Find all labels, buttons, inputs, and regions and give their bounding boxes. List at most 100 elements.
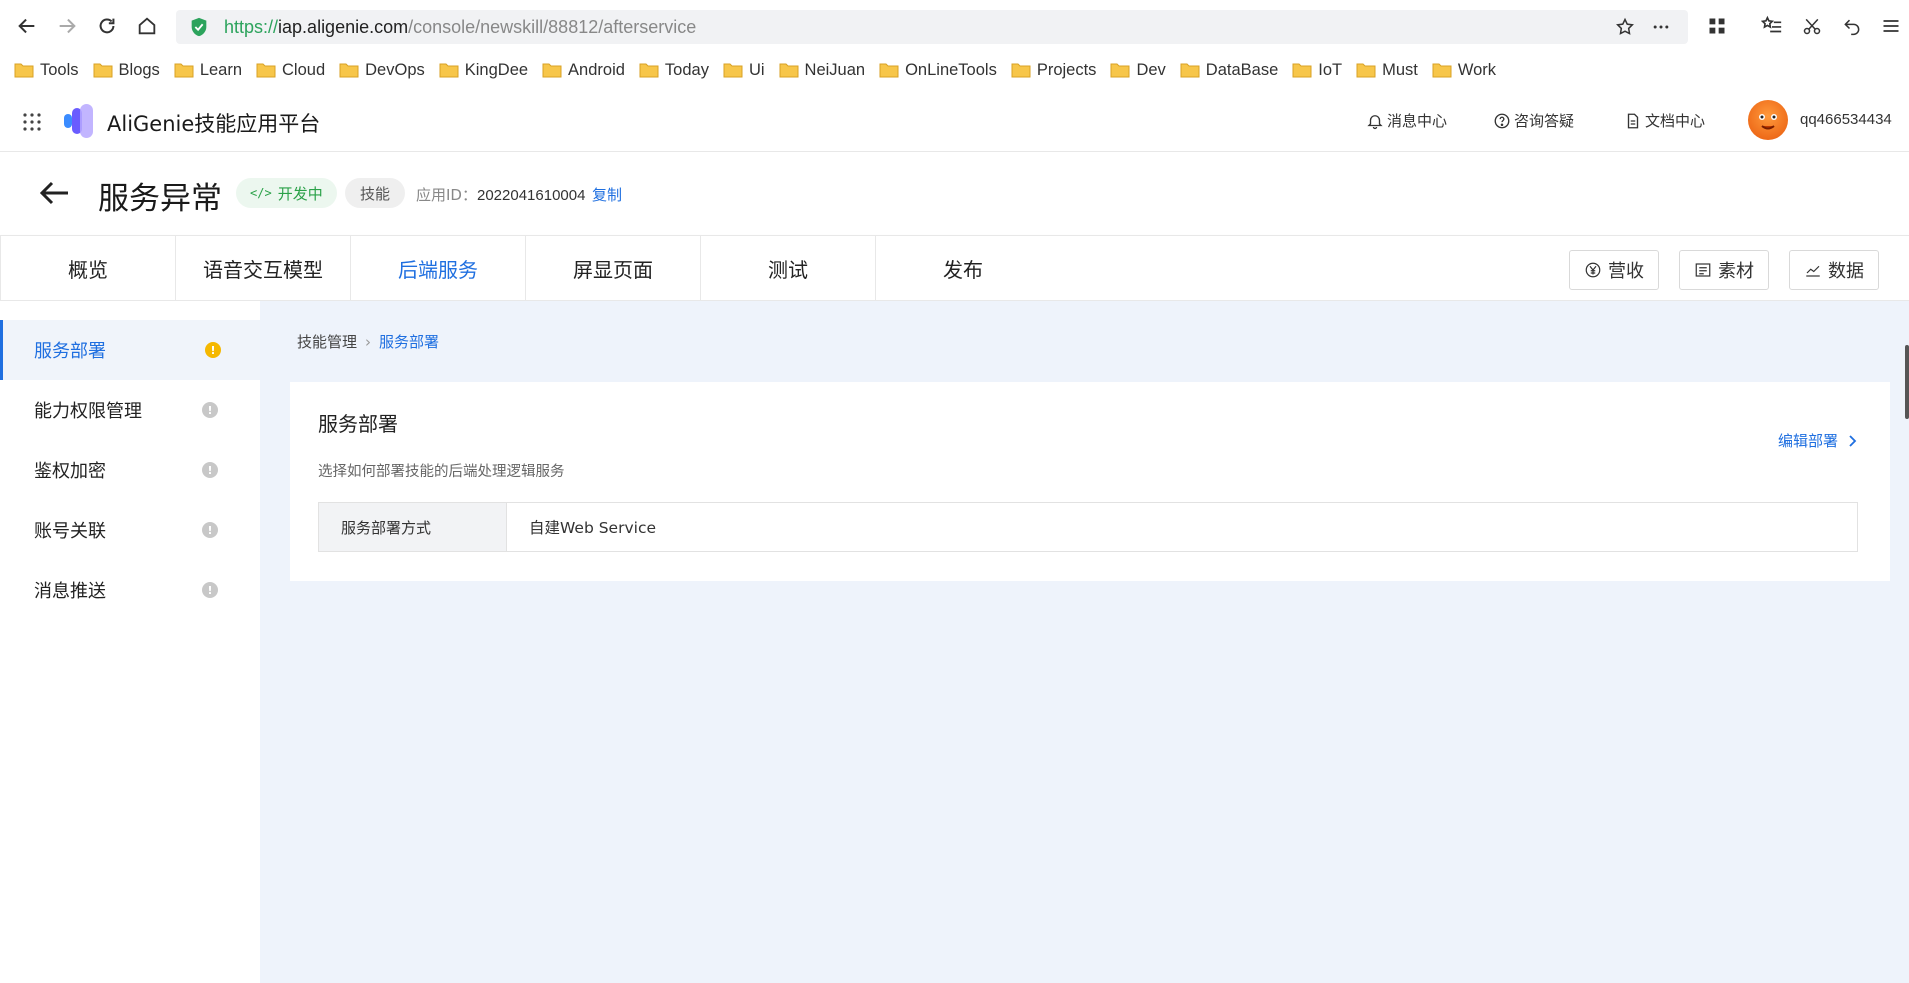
- avatar[interactable]: [1748, 100, 1788, 140]
- copy-app-id-link[interactable]: 复制: [592, 184, 622, 205]
- tab-backend-service[interactable]: 后端服务: [350, 236, 525, 300]
- folder-icon: [256, 63, 276, 78]
- bookmark-folder[interactable]: Work: [1432, 56, 1504, 84]
- message-center-link[interactable]: 消息中心: [1366, 110, 1447, 131]
- bookmark-folder[interactable]: Tools: [14, 56, 87, 84]
- edit-deploy-link[interactable]: 编辑部署: [1778, 430, 1858, 451]
- sidebar-item-service-deploy[interactable]: 服务部署 !: [0, 320, 260, 380]
- scissors-icon[interactable]: [1798, 12, 1826, 40]
- apps-grid-icon[interactable]: [1703, 12, 1731, 40]
- main-content: 技能管理 › 服务部署 服务部署 选择如何部署技能的后端处理逻辑服务 编辑部署 …: [260, 301, 1909, 983]
- folder-icon: [339, 63, 359, 78]
- bookmark-folder[interactable]: Dev: [1110, 56, 1173, 84]
- consult-link[interactable]: 咨询答疑: [1493, 110, 1574, 131]
- info-icon: !: [202, 462, 218, 478]
- folder-icon: [174, 63, 194, 78]
- scrollbar-thumb[interactable]: [1905, 345, 1909, 419]
- yen-icon: [1585, 262, 1601, 278]
- folder-icon: [1432, 63, 1452, 78]
- bookmark-folder[interactable]: Ui: [723, 56, 773, 84]
- home-icon[interactable]: [132, 11, 162, 41]
- bookmark-folder[interactable]: Projects: [1011, 56, 1105, 84]
- folder-icon: [1292, 63, 1312, 78]
- info-icon: !: [202, 522, 218, 538]
- deploy-info-table: 服务部署方式 自建Web Service: [318, 502, 1858, 552]
- breadcrumb-current: 服务部署: [379, 333, 440, 351]
- material-icon: [1695, 263, 1711, 277]
- skill-header: 服务异常 </> 开发中 技能 应用ID：2022041610004 复制: [0, 153, 1909, 235]
- folder-icon: [439, 63, 459, 78]
- revenue-button[interactable]: 营收: [1569, 250, 1659, 290]
- menu-icon[interactable]: [1877, 12, 1905, 40]
- tab-voice-model[interactable]: 语音交互模型: [175, 236, 350, 300]
- bookmark-folder[interactable]: OnLineTools: [879, 56, 1005, 84]
- data-button[interactable]: 数据: [1789, 250, 1879, 290]
- bookmark-folder[interactable]: DevOps: [339, 56, 433, 84]
- folder-icon: [779, 63, 799, 78]
- bookmark-folder[interactable]: DataBase: [1180, 56, 1286, 84]
- bookmark-folder[interactable]: Cloud: [256, 56, 333, 84]
- folder-icon: [723, 63, 743, 78]
- card-title: 服务部署: [318, 412, 398, 436]
- document-icon: [1627, 113, 1639, 128]
- sidebar-item-account-link[interactable]: 账号关联 !: [0, 500, 260, 560]
- card-description: 选择如何部署技能的后端处理逻辑服务: [318, 464, 565, 480]
- deploy-method-label: 服务部署方式: [319, 503, 507, 551]
- app-switcher-icon[interactable]: [22, 112, 42, 132]
- secure-shield-icon: [191, 17, 207, 37]
- skill-type-badge: 技能: [345, 178, 406, 208]
- back-icon[interactable]: [12, 11, 42, 41]
- chevron-right-icon: [1849, 434, 1857, 447]
- forward-icon[interactable]: [52, 11, 82, 41]
- info-icon: !: [202, 402, 218, 418]
- reload-icon[interactable]: [92, 11, 122, 41]
- chevron-right-icon: ›: [365, 332, 372, 351]
- address-bar[interactable]: https://iap.aligenie.com/console/newskil…: [176, 10, 1688, 44]
- docs-center-link[interactable]: 文档中心: [1624, 110, 1705, 131]
- bookmark-folder[interactable]: IoT: [1292, 56, 1350, 84]
- favorites-list-icon[interactable]: [1758, 12, 1786, 40]
- folder-icon: [639, 63, 659, 78]
- bell-icon: [1367, 114, 1383, 129]
- browser-toolbar: https://iap.aligenie.com/console/newskil…: [0, 0, 1909, 54]
- folder-icon: [879, 63, 899, 78]
- folder-icon: [14, 63, 34, 78]
- bookmark-star-icon[interactable]: [1614, 16, 1636, 38]
- tab-test[interactable]: 测试: [700, 236, 875, 300]
- bookmark-folder[interactable]: Android: [542, 56, 633, 84]
- bookmark-folder[interactable]: Blogs: [93, 56, 168, 84]
- bookmark-folder[interactable]: NeiJuan: [779, 56, 874, 84]
- tab-publish[interactable]: 发布: [875, 236, 1050, 300]
- username[interactable]: qq466534434: [1800, 111, 1892, 128]
- more-icon[interactable]: [1650, 16, 1672, 38]
- folder-icon: [1011, 63, 1031, 78]
- folder-icon: [1356, 63, 1376, 78]
- sidebar-item-push-message[interactable]: 消息推送 !: [0, 560, 260, 620]
- service-deploy-card: 服务部署 选择如何部署技能的后端处理逻辑服务 编辑部署 服务部署方式 自建Web…: [290, 382, 1890, 581]
- sidebar-item-auth-encryption[interactable]: 鉴权加密 !: [0, 440, 260, 500]
- warning-icon: !: [205, 342, 221, 358]
- breadcrumb-parent[interactable]: 技能管理: [297, 331, 357, 352]
- folder-icon: [93, 63, 113, 78]
- skill-name: 服务异常: [98, 181, 222, 217]
- material-button[interactable]: 素材: [1679, 250, 1769, 290]
- deploy-method-value: 自建Web Service: [529, 519, 657, 537]
- app-title: AliGenie技能应用平台: [107, 112, 321, 136]
- aligenie-logo: [64, 104, 93, 138]
- bookmark-folder[interactable]: Today: [639, 56, 717, 84]
- skill-tabs: 概览 语音交互模型 后端服务 屏显页面 测试 发布 营收 素材 数据: [0, 235, 1909, 301]
- question-icon: [1494, 113, 1510, 128]
- tab-screen-pages[interactable]: 屏显页面: [525, 236, 700, 300]
- sidebar-item-permissions[interactable]: 能力权限管理 !: [0, 380, 260, 440]
- back-arrow-icon[interactable]: [36, 175, 72, 211]
- tab-overview[interactable]: 概览: [0, 236, 175, 300]
- undo-icon[interactable]: [1838, 12, 1866, 40]
- bookmark-folder[interactable]: Learn: [174, 56, 250, 84]
- app-id: 应用ID：2022041610004: [416, 186, 586, 204]
- folder-icon: [542, 63, 562, 78]
- bookmarks-bar: Tools Blogs Learn Cloud DevOps KingDee Android…: [0, 54, 1909, 86]
- bookmark-folder[interactable]: Must: [1356, 56, 1426, 84]
- bookmark-folder[interactable]: KingDee: [439, 56, 536, 84]
- url-text: https://iap.aligenie.com/console/newskil…: [224, 16, 697, 37]
- breadcrumb: 技能管理 › 服务部署: [297, 331, 439, 352]
